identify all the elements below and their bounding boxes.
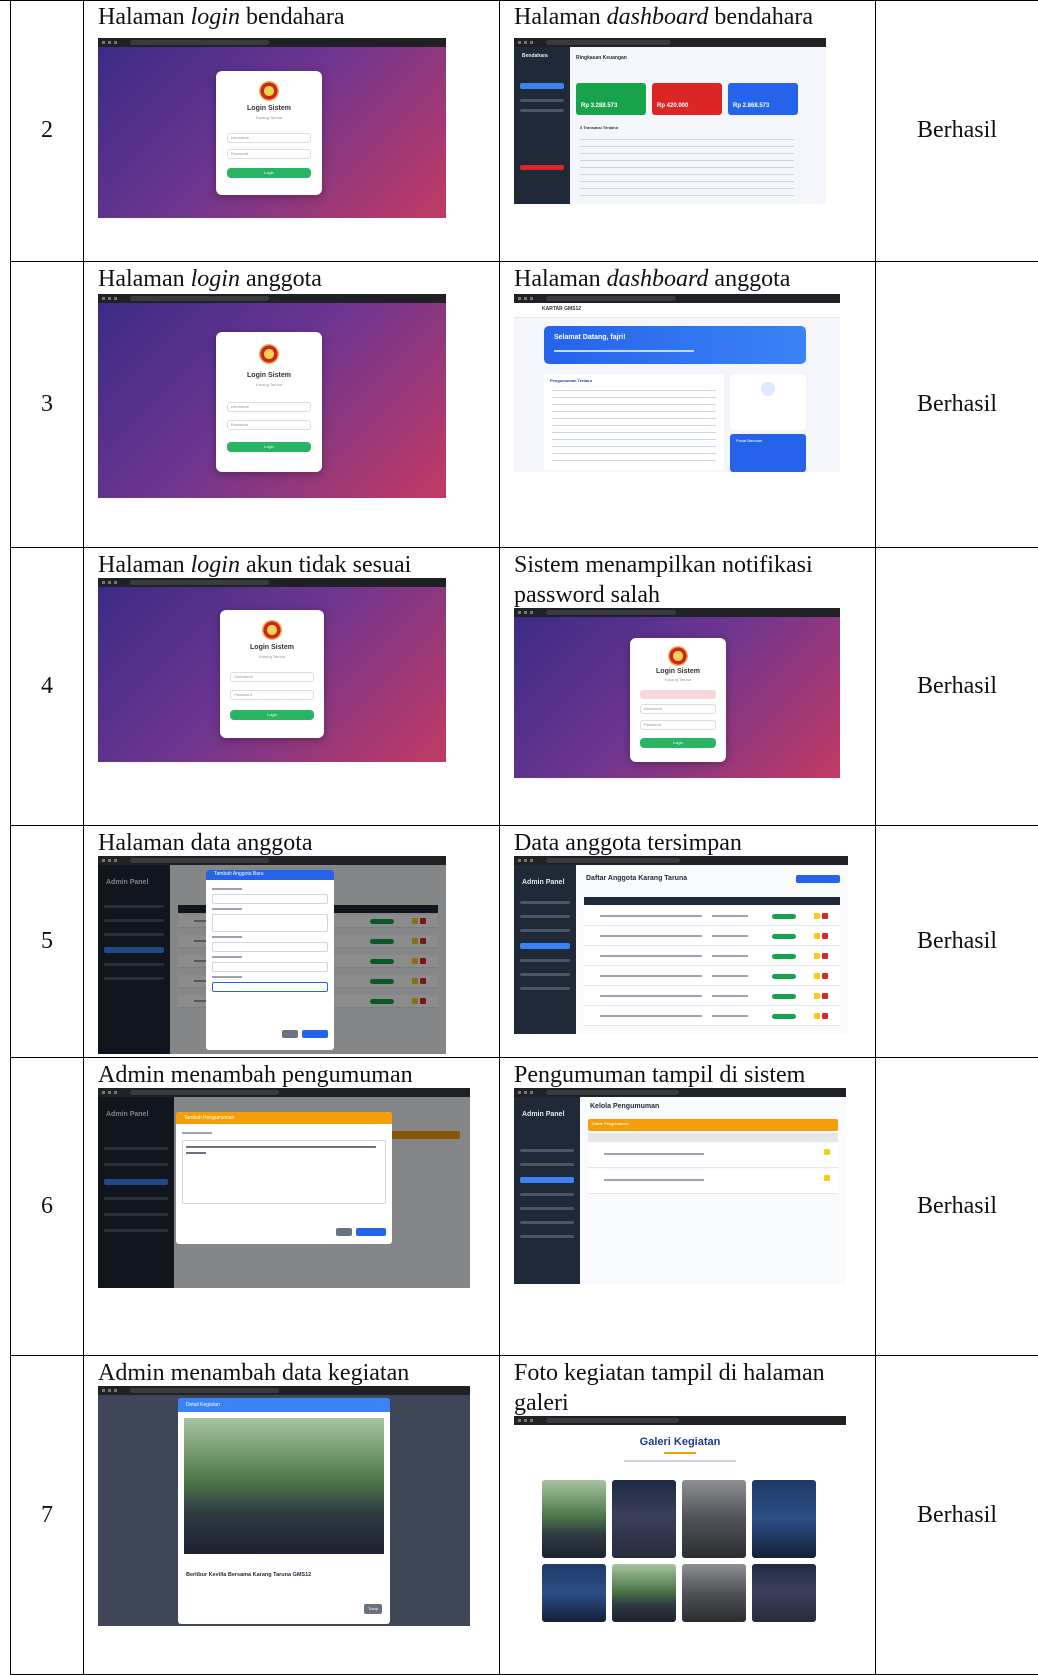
logo-icon	[668, 646, 688, 666]
table-row: 7 Admin menambah data kegiatan Detail Ke…	[0, 1356, 1038, 1675]
login-screenshot: Login Sistem Karang Taruna Username Pass…	[98, 38, 446, 218]
scenario-cell: Halaman data anggota Admin Panel Tambah …	[84, 826, 500, 1058]
row-number: 7	[10, 1356, 84, 1675]
expected-cell: Halaman dashboard bendahara Bendahara Ri…	[500, 0, 876, 262]
announcement-list-screenshot: Admin Panel Kelola Pengumuman Daftar Pen…	[514, 1088, 846, 1284]
login-card: Login Sistem Karang Taruna Username Pass…	[216, 332, 322, 472]
scenario-cell: Halaman login anggota Login Sistem Karan…	[84, 262, 500, 548]
login-card: Login Sistem Karang Taruna Username Pass…	[216, 71, 322, 195]
member-list-screenshot: Admin Panel Daftar Anggota Karang Taruna	[514, 856, 848, 1034]
status-cell: Berhasil	[876, 826, 1038, 1058]
login-button[interactable]: Login	[230, 710, 314, 720]
username-field[interactable]: Username	[639, 704, 717, 714]
gallery-photo[interactable]	[542, 1480, 606, 1558]
expected-title: Halaman dashboard bendahara	[514, 4, 814, 30]
logo-icon	[259, 344, 279, 364]
username-field[interactable]: Username	[230, 672, 314, 682]
logo-icon	[262, 620, 282, 640]
save-button[interactable]	[302, 1030, 328, 1038]
status-cell: Berhasil	[876, 1356, 1038, 1675]
scenario-cell: Admin menambah pengumuman Admin Panel Ta…	[84, 1058, 500, 1356]
publish-button[interactable]	[356, 1228, 386, 1236]
login-error-screenshot: Login Sistem Karang Taruna Username Pass…	[514, 608, 840, 778]
gallery-photo[interactable]	[682, 1480, 746, 1558]
login-card: Login Sistem Karang Taruna Username Pass…	[630, 638, 726, 762]
login-screenshot: Login Sistem Karang Taruna Username Pass…	[98, 578, 446, 762]
expected-title: Halaman dashboard anggota	[514, 266, 791, 292]
table-row: 6 Admin menambah pengumuman Admin Panel …	[0, 1058, 1038, 1356]
gallery-photo[interactable]	[612, 1564, 676, 1622]
table-row: 4 Halaman login akun tidak sesuai Login …	[0, 548, 1038, 826]
login-button[interactable]: Login	[226, 168, 312, 178]
table-row: 2 Halaman login bendahara Login Sistem K…	[0, 0, 1038, 262]
scenario-title: Admin menambah data kegiatan	[98, 1360, 410, 1386]
add-member-modal: Tambah Anggota Baru	[206, 870, 334, 1050]
add-announcement-modal: Tambah Pengumuman	[176, 1112, 392, 1244]
expected-cell: Pengumuman tampil di sistem Admin Panel …	[500, 1058, 876, 1356]
gallery-photo[interactable]	[682, 1564, 746, 1622]
gallery-photo[interactable]	[752, 1564, 816, 1622]
gallery-photo[interactable]	[752, 1480, 816, 1558]
expected-cell: Foto kegiatan tampil di halaman galeri G…	[500, 1356, 876, 1675]
login-screenshot: Login Sistem Karang Taruna Username Pass…	[98, 294, 446, 498]
member-dashboard-screenshot: KARTAR GMS12 Selamat Datang, fajri! Peng…	[514, 294, 840, 472]
password-field[interactable]: Password	[230, 690, 314, 700]
username-field[interactable]: Username	[226, 402, 312, 412]
member-form-screenshot: Admin Panel Tambah Anggota Baru	[98, 856, 446, 1054]
row-number: 6	[10, 1058, 84, 1356]
dashboard-screenshot: Bendahara Ringkasan Keuangan Rp 3.288.57…	[514, 38, 826, 204]
cancel-button[interactable]	[336, 1228, 352, 1236]
row-number: 5	[10, 826, 84, 1058]
status-cell: Berhasil	[876, 262, 1038, 548]
row-number: 2	[10, 0, 84, 262]
expected-title: Data anggota tersimpan	[514, 830, 742, 856]
scenario-cell: Admin menambah data kegiatan Detail Kegi…	[84, 1356, 500, 1675]
row-number: 3	[10, 262, 84, 548]
table-row: 5 Halaman data anggota Admin Panel Tamba…	[0, 826, 1038, 1058]
activity-detail-screenshot: Detail Kegiatan Berlibur Kevilla Bersama…	[98, 1386, 470, 1626]
activity-detail-modal: Detail Kegiatan Berlibur Kevilla Bersama…	[178, 1398, 390, 1624]
password-field[interactable]: Password	[226, 149, 312, 159]
status-cell: Berhasil	[876, 548, 1038, 826]
username-field[interactable]: Username	[226, 133, 312, 143]
expected-cell: Halaman dashboard anggota KARTAR GMS12 S…	[500, 262, 876, 548]
logo-icon	[259, 81, 279, 101]
status-cell: Berhasil	[876, 1058, 1038, 1356]
password-field[interactable]: Password	[639, 720, 717, 730]
table-row: 3 Halaman login anggota Login Sistem Kar…	[0, 262, 1038, 548]
password-field[interactable]: Password	[226, 420, 312, 430]
scenario-title: Halaman login akun tidak sesuai	[98, 552, 412, 578]
activity-photo	[184, 1418, 384, 1554]
expected-title: Sistem menampilkan notifikasi password s…	[514, 552, 813, 608]
scenario-title: Halaman data anggota	[98, 830, 313, 856]
login-card: Login Sistem Karang Taruna Username Pass…	[220, 610, 324, 738]
login-button[interactable]: Login	[226, 442, 312, 452]
expected-title: Pengumuman tampil di sistem	[514, 1062, 806, 1088]
add-announcement-screenshot: Admin Panel Tambah Pengumuman	[98, 1088, 470, 1288]
expected-cell: Data anggota tersimpan Admin Panel Dafta…	[500, 826, 876, 1058]
scenario-title: Halaman login anggota	[98, 266, 322, 292]
close-button[interactable]: Tutup	[364, 1604, 382, 1614]
scenario-cell: Halaman login bendahara Login Sistem Kar…	[84, 0, 500, 262]
error-alert	[639, 690, 717, 699]
add-member-button[interactable]	[796, 875, 840, 883]
login-button[interactable]: Login	[639, 738, 717, 748]
scenario-cell: Halaman login akun tidak sesuai Login Si…	[84, 548, 500, 826]
row-number: 4	[10, 548, 84, 826]
scenario-title: Halaman login bendahara	[98, 4, 345, 30]
cancel-button[interactable]	[282, 1030, 298, 1038]
expected-cell: Sistem menampilkan notifikasi password s…	[500, 548, 876, 826]
gallery-screenshot: Galeri Kegiatan	[514, 1416, 846, 1622]
scenario-title: Admin menambah pengumuman	[98, 1062, 413, 1088]
status-cell: Berhasil	[876, 0, 1038, 262]
expected-title: Foto kegiatan tampil di halaman galeri	[514, 1360, 825, 1416]
gallery-photo[interactable]	[612, 1480, 676, 1558]
gallery-photo[interactable]	[542, 1564, 606, 1622]
